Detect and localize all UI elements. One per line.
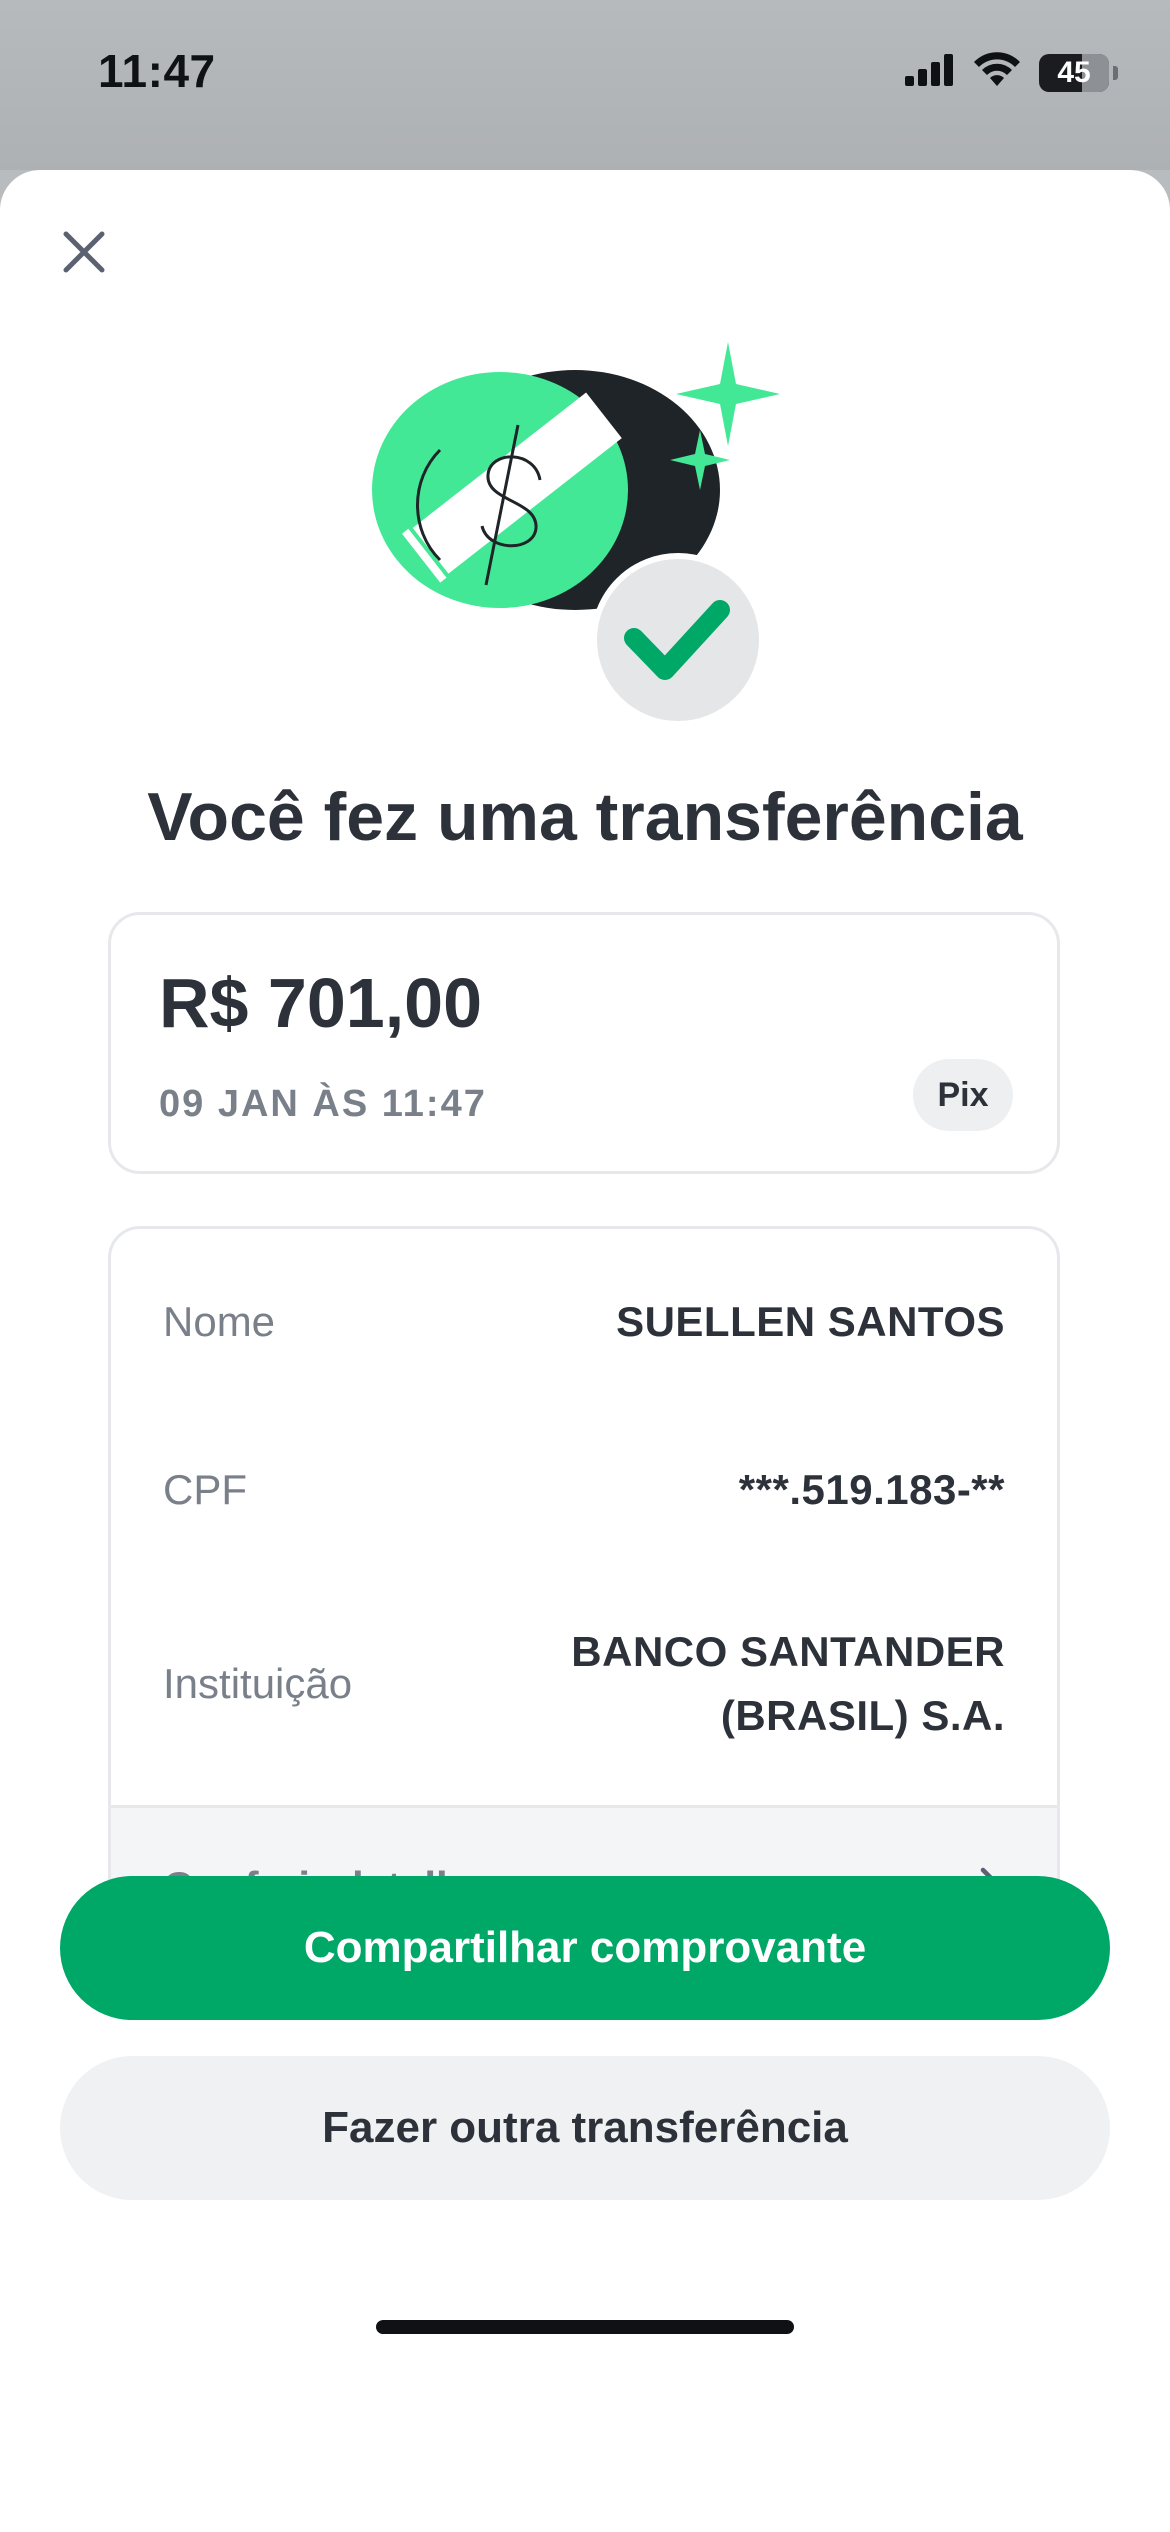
detail-label: Nome	[163, 1298, 276, 1345]
transfer-amount: R$ 701,00	[159, 964, 483, 1042]
amount-card: R$ 701,00 09 JAN ÀS 11:47 Pix	[108, 912, 1060, 1174]
detail-row-name: Nome SUELLEN SANTOS	[163, 1287, 1005, 1357]
home-indicator	[376, 2320, 794, 2334]
recipient-cpf: ***.519.183-**	[738, 1466, 1005, 1513]
status-icons: 45	[905, 52, 1118, 93]
receipt-sheet: Você fez uma transferência R$ 701,00 09 …	[0, 170, 1170, 2532]
recipient-institution: BANCO SANTANDER (BRASIL) S.A.	[571, 1620, 1005, 1748]
close-button[interactable]	[52, 222, 116, 286]
status-time: 11:47	[98, 45, 216, 97]
status-bar: 11:47 45	[0, 0, 1170, 170]
battery-icon: 45	[1039, 53, 1109, 92]
detail-row-institution: Instituição BANCO SANTANDER (BRASIL) S.A…	[163, 1609, 1005, 1759]
institution-line-1: BANCO SANTANDER	[571, 1628, 1005, 1675]
recipient-name: SUELLEN SANTOS	[616, 1298, 1005, 1345]
share-receipt-button[interactable]: Compartilhar comprovante	[60, 1876, 1110, 2020]
money-transfer-icon	[370, 330, 800, 750]
detail-label: CPF	[163, 1466, 247, 1513]
detail-label: Instituição	[163, 1660, 353, 1707]
cellular-signal-icon	[905, 54, 955, 91]
pix-badge: Pix	[913, 1059, 1013, 1131]
battery-level: 45	[1057, 55, 1091, 89]
institution-line-2: (BRASIL) S.A.	[720, 1692, 1005, 1739]
detail-row-cpf: CPF ***.519.183-**	[163, 1455, 1005, 1525]
recipient-details-card: Nome SUELLEN SANTOS CPF ***.519.183-** I…	[108, 1226, 1060, 1968]
battery-tip	[1113, 65, 1118, 80]
page-title: Você fez uma transferência	[147, 779, 1023, 855]
close-icon	[60, 228, 108, 281]
new-transfer-button[interactable]: Fazer outra transferência	[60, 2056, 1110, 2200]
transfer-date: 09 JAN ÀS 11:47	[159, 1083, 487, 1125]
wifi-icon	[973, 52, 1021, 93]
